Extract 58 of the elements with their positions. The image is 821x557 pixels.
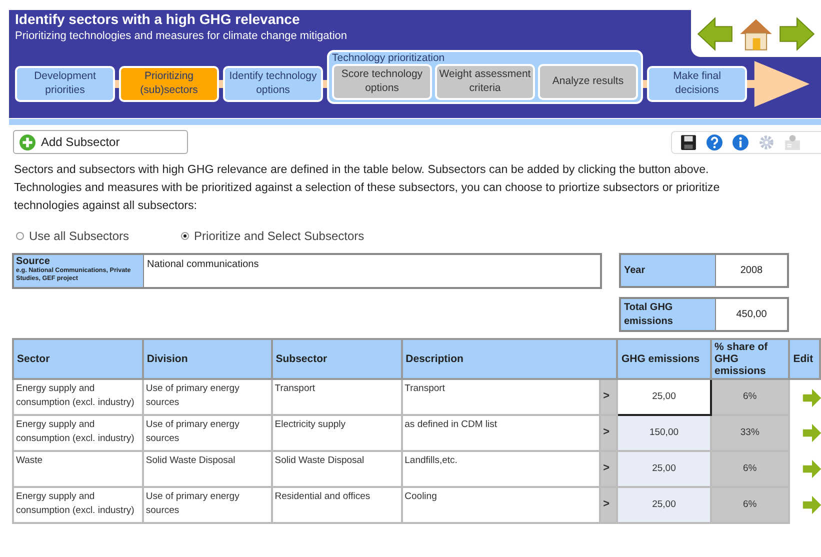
edit-arrow-icon[interactable] [802, 459, 821, 480]
step-tab[interactable]: Identify technology options [223, 66, 323, 102]
table-cell: Energy supply and consumption (excl. industry) [13, 379, 143, 416]
emissions-field[interactable]: 25,00 [617, 451, 711, 488]
share-cell: 6% [710, 379, 790, 416]
page-subtitle: Prioritizing technologies and measures for climate change mitigation [15, 30, 348, 42]
column-header: % share of GHG emissions [710, 339, 790, 380]
column-header: Division [142, 339, 272, 380]
column-header: Sector [13, 339, 143, 380]
help-icon[interactable] [706, 134, 723, 150]
emissions-field[interactable]: 150,00 [617, 415, 711, 452]
share-cell: 6% [710, 451, 790, 488]
table-cell: Energy supply and consumption (excl. industry) [13, 487, 143, 524]
back-arrow-icon[interactable] [696, 14, 734, 52]
emissions-field[interactable]: 25,00 [617, 487, 711, 524]
table-cell: Waste [13, 451, 143, 488]
table-cell: Transport [272, 379, 402, 416]
table-cell: Energy supply and consumption (excl. industry) [13, 415, 143, 452]
table-cell: Cooling [402, 487, 600, 524]
plus-icon [19, 134, 36, 150]
column-header: Edit [789, 339, 820, 380]
emissions-field[interactable]: 25,00 [617, 379, 711, 416]
share-cell: 6% [710, 487, 790, 524]
table-cell: Use of primary energy sources [142, 415, 272, 452]
table-cell: Electricity supply [272, 415, 402, 452]
table-cell: Transport [402, 379, 600, 416]
expand-button[interactable]: > [600, 415, 618, 452]
edit-arrow-icon[interactable] [802, 388, 821, 408]
save-icon[interactable] [680, 134, 697, 150]
column-header: GHG emissions [617, 339, 711, 380]
step-tab[interactable]: Development priorities [15, 66, 115, 102]
radio-button[interactable] [16, 232, 24, 240]
column-header: Subsector [272, 339, 402, 380]
table-cell: Solid Waste Disposal [272, 451, 402, 488]
radio-button[interactable] [181, 232, 190, 240]
info-icon[interactable] [732, 134, 749, 150]
expand-button[interactable]: > [600, 379, 618, 416]
table-cell: Landfills,etc. [402, 451, 600, 488]
page-title: Identify sectors with a high GHG relevance [15, 11, 301, 27]
expand-button[interactable]: > [600, 451, 618, 488]
edit-arrow-icon[interactable] [802, 495, 821, 516]
table-cell: Solid Waste Disposal [142, 451, 272, 488]
expand-button[interactable]: > [600, 487, 618, 524]
step-tab[interactable]: Prioritizing (sub)sectors [119, 66, 219, 102]
intro-paragraph: Sectors and subsectors with high GHG relevance are defined in the table below. Subsectors can be added by clicking the button above. Technologies and measures with be prioritized against a selection of these subsectors, you can choose to priortize subsectors or prioritize technologies against all subsectors: [14, 162, 721, 214]
process-arrow-icon [753, 61, 811, 107]
step-tab[interactable]: Make final decisions [647, 66, 747, 102]
table-cell: Residential and offices [272, 487, 402, 524]
add-subsector-button[interactable]: Add Subsector [13, 130, 188, 154]
group-label: Technology prioritization [332, 52, 446, 64]
share-cell: 33% [710, 415, 790, 452]
total-label: Total GHG emissions [621, 299, 716, 330]
forward-arrow-icon[interactable] [778, 14, 816, 52]
column-header: Description [402, 339, 618, 380]
edit-arrow-icon[interactable] [802, 423, 821, 444]
table-cell: as defined in CDM list [402, 415, 600, 452]
table-cell: Use of primary energy sources [142, 379, 272, 416]
table-cell: Use of primary energy sources [142, 487, 272, 524]
